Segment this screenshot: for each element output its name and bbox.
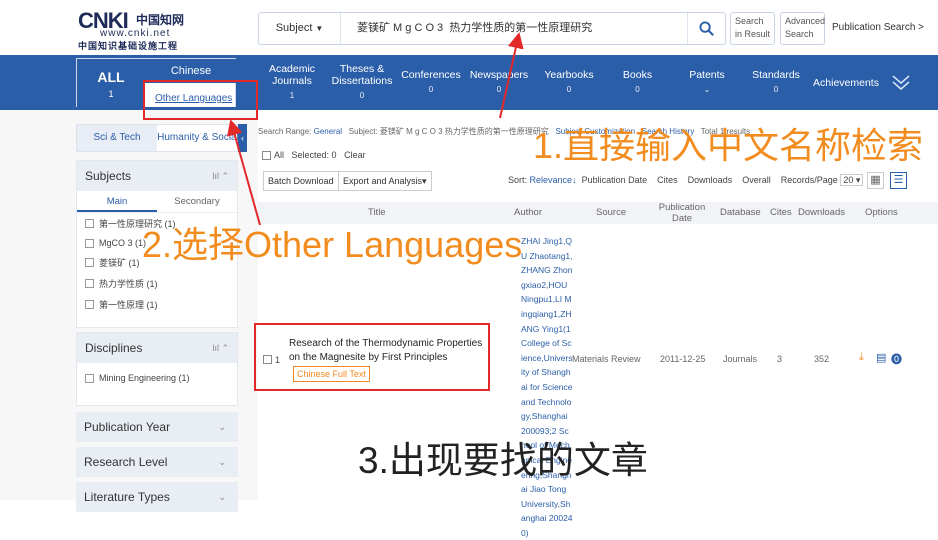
arrow-to-search — [499, 32, 524, 119]
annotation-step-3: 3.出现要找的文章 — [358, 440, 648, 481]
annotation-step-1: 1.直接输入中文名称检索 — [533, 125, 924, 166]
arrow-to-other-languages — [226, 119, 261, 226]
annotation-step-2: 2.选择Other Languages — [142, 224, 523, 265]
